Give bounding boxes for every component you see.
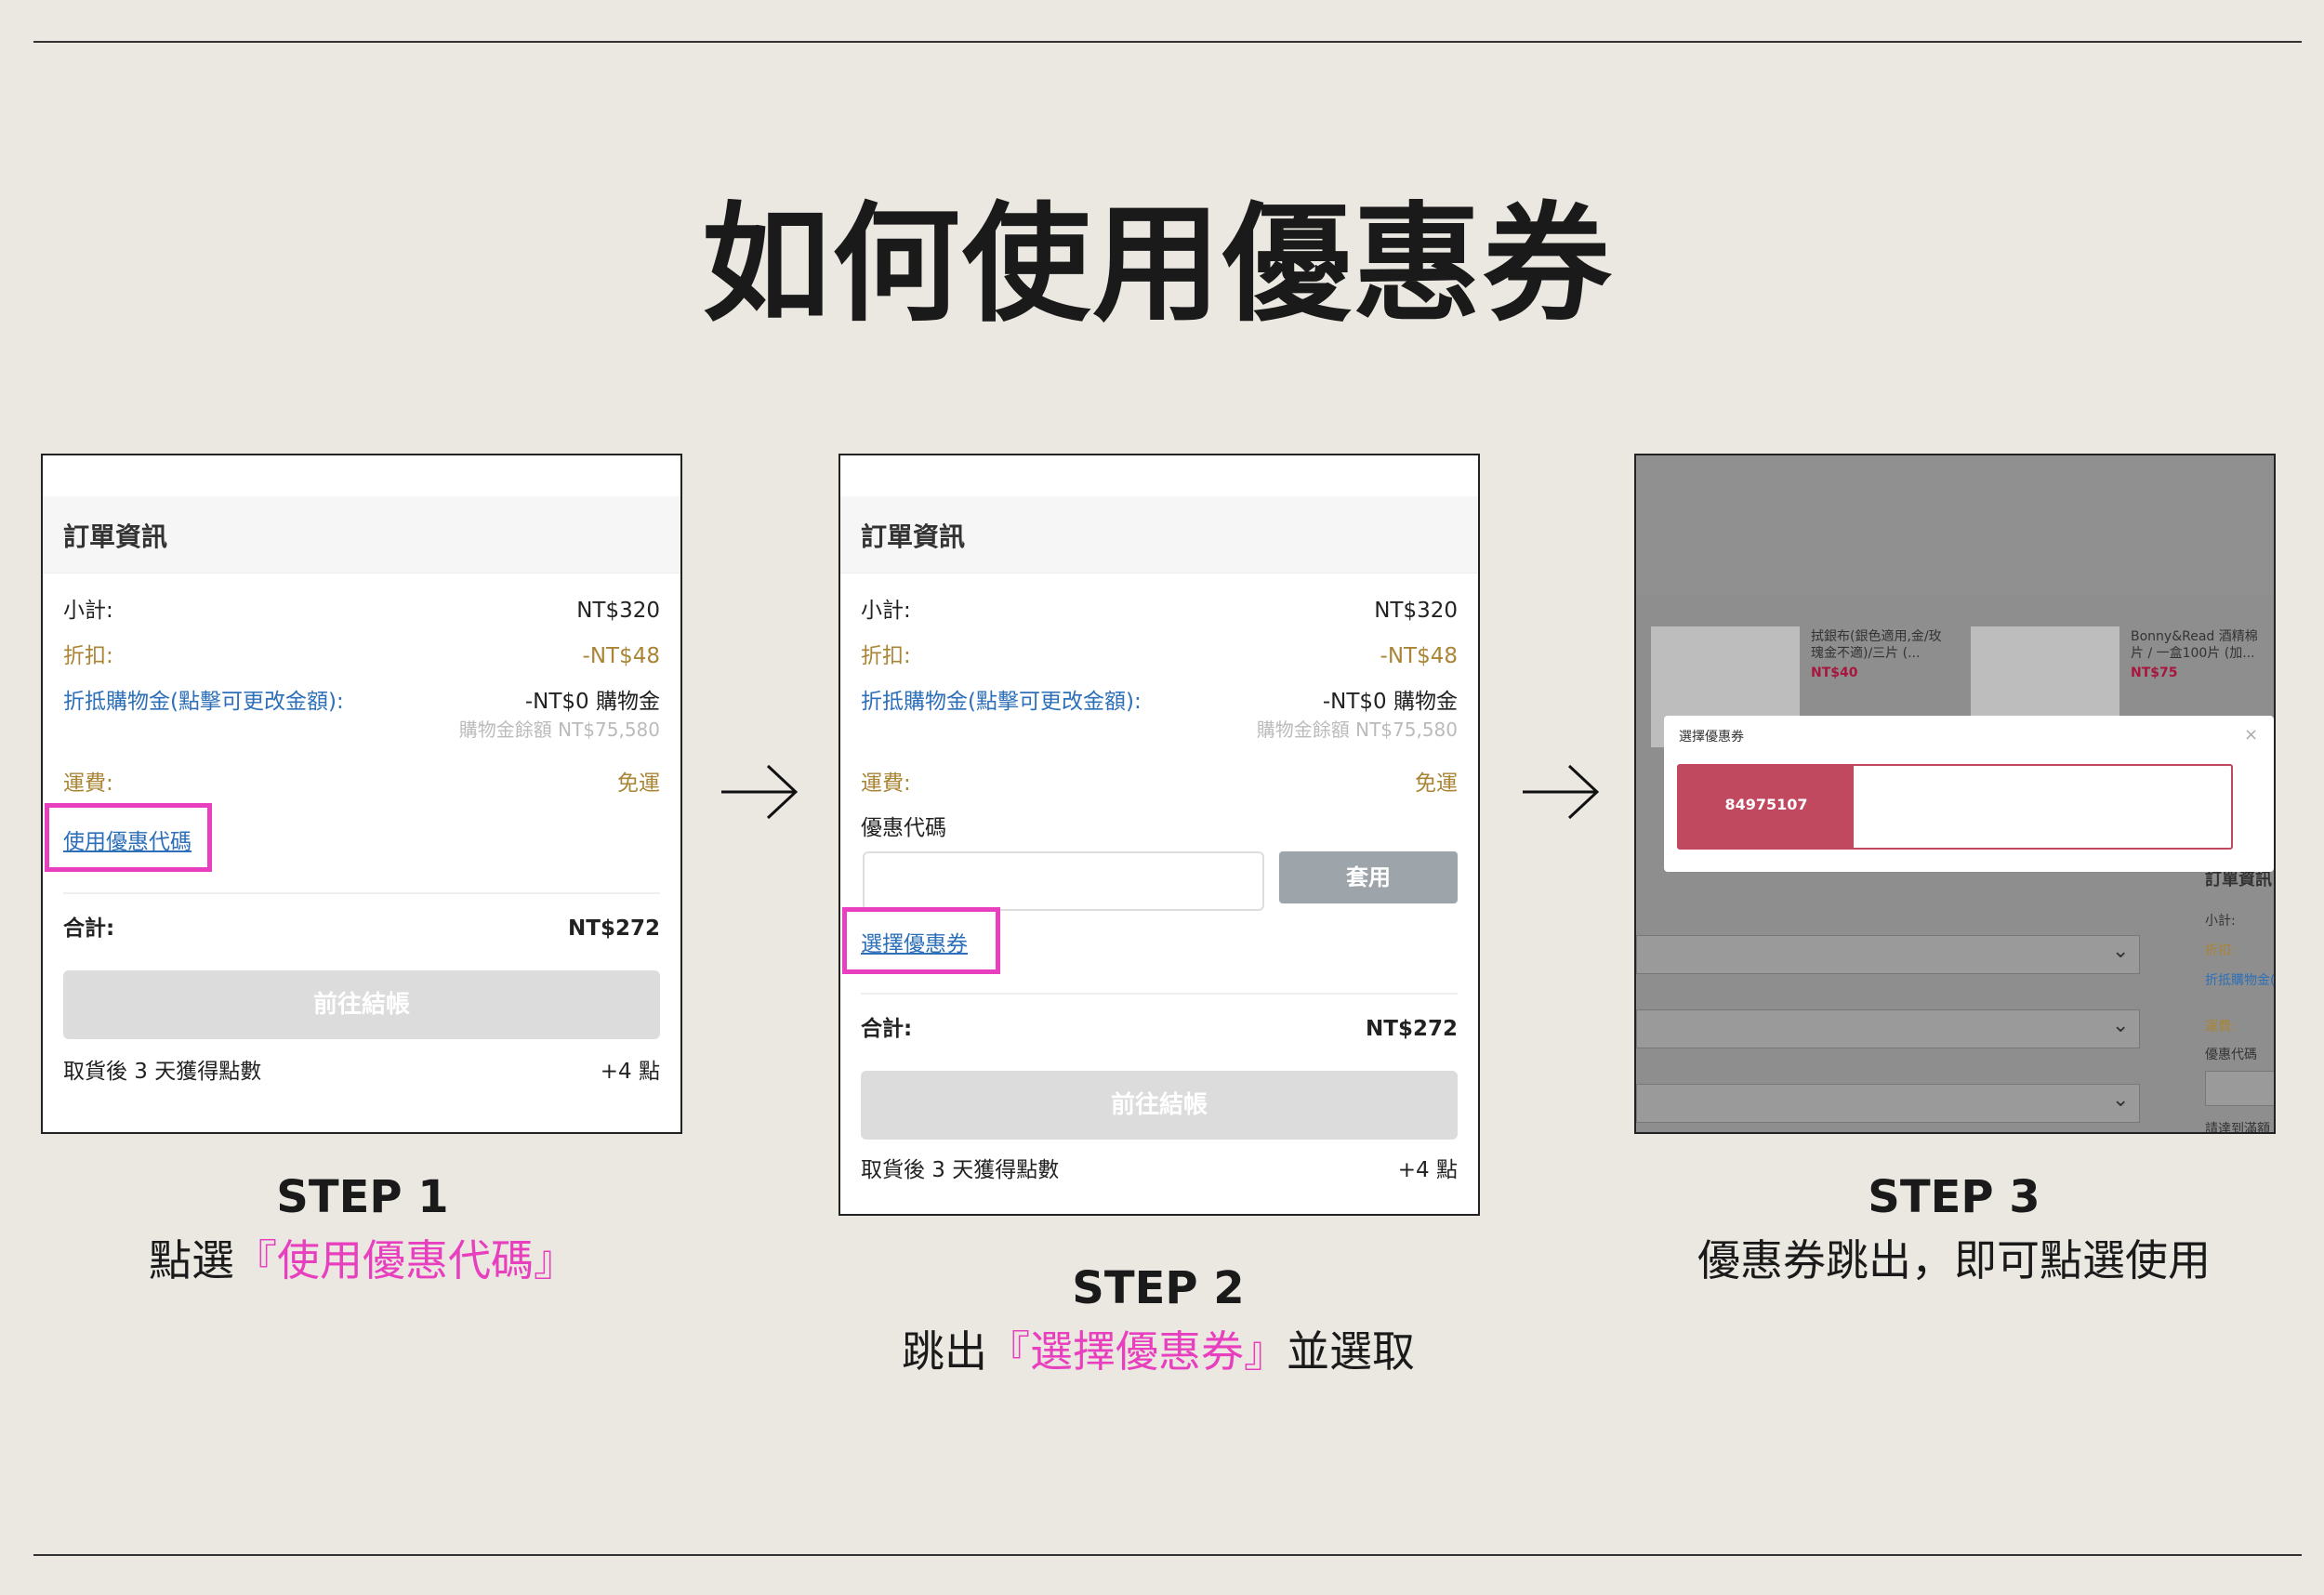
chevron-down-icon[interactable]: ⌄ <box>2112 939 2129 963</box>
step3-title: STEP 3 <box>1868 1171 2040 1223</box>
step1-caption: STEP 1 點選『使用優惠代碼』 <box>37 1169 688 1288</box>
product-name: Bonny&Read 酒精棉片 / 一盒100片 (加... <box>2131 629 2258 661</box>
order-header: 訂單資訊 <box>43 496 680 573</box>
side-hint: 請達到滿額 <box>2205 1122 2270 1134</box>
step2-caption: STEP 2 跳出『選擇優惠券』並選取 <box>833 1260 1484 1379</box>
side-shipping: 運費: <box>2205 1020 2236 1035</box>
bottom-rule <box>33 1554 2302 1556</box>
divider <box>63 892 660 894</box>
step3-panel: 拭銀布(銀色適用,金/玫瑰金不適)/三片 (... NT$40 Bonny&Re… <box>1634 454 2276 1134</box>
step1-title: STEP 1 <box>276 1171 449 1223</box>
step2-description: 跳出『選擇優惠券』並選取 <box>902 1326 1415 1377</box>
select-coupon-modal: 選擇優惠券 × 84975107 <box>1664 716 2274 872</box>
arrow-right-icon <box>1523 764 1599 820</box>
chevron-down-icon[interactable]: ⌄ <box>2112 1013 2129 1037</box>
step3-description: 優惠券跳出，即可點選使用 <box>1697 1235 2211 1285</box>
close-icon[interactable]: × <box>2244 727 2258 744</box>
step2-panel: 訂單資訊 小計: NT$320 折扣: -NT$48 折抵購物金(點擊可更改金額… <box>838 454 1480 1216</box>
modal-title: 選擇優惠券 <box>1679 730 1744 745</box>
highlight-box <box>842 907 1000 974</box>
arrow-right-icon <box>721 764 798 820</box>
order-header: 訂單資訊 <box>840 496 1478 573</box>
step2-title: STEP 2 <box>1072 1262 1245 1314</box>
select-field[interactable] <box>1636 1009 2140 1048</box>
divider <box>861 993 1458 995</box>
select-field[interactable] <box>1636 935 2140 974</box>
side-discount: 折扣: <box>2205 943 2236 958</box>
coupon-code: 84975107 <box>1724 796 1808 813</box>
select-field[interactable] <box>1636 1084 2140 1123</box>
side-coupon-label: 優惠代碼 <box>2205 1048 2257 1062</box>
coupon-code-input[interactable] <box>863 851 1264 911</box>
step3-caption: STEP 3 優惠券跳出，即可點選使用 <box>1629 1169 2279 1288</box>
side-credit: 折抵購物金( <box>2205 973 2276 988</box>
highlight-box <box>45 803 212 872</box>
side-order-summary: 訂單資訊 小計: 折扣: 折抵購物金( 運費: 優惠代碼 請達到滿額 <box>2194 864 2276 1134</box>
top-rule <box>33 41 2302 43</box>
side-subtotal: 小計: <box>2205 914 2236 929</box>
dimmed-background <box>1636 455 2274 595</box>
checkout-button[interactable]: 前往結帳 <box>63 970 660 1039</box>
product-price: NT$75 <box>2131 666 2178 680</box>
side-coupon-input[interactable] <box>2205 1071 2274 1106</box>
step1-description: 點選『使用優惠代碼』 <box>149 1235 576 1285</box>
product-name: 拭銀布(銀色適用,金/玫瑰金不適)/三片 (... <box>1811 629 1942 661</box>
side-order-header: 訂單資訊 <box>2205 870 2272 890</box>
checkout-button[interactable]: 前往結帳 <box>861 1071 1458 1140</box>
product-price: NT$40 <box>1811 666 1858 680</box>
step1-panel: 訂單資訊 小計: NT$320 折扣: -NT$48 折抵購物金(點擊可更改金額… <box>41 454 682 1134</box>
apply-button[interactable]: 套用 <box>1279 851 1458 903</box>
chevron-down-icon[interactable]: ⌄ <box>2112 1088 2129 1112</box>
page-title: 如何使用優惠券 <box>701 190 1613 339</box>
coupon-card[interactable]: 84975107 <box>1677 764 2233 850</box>
